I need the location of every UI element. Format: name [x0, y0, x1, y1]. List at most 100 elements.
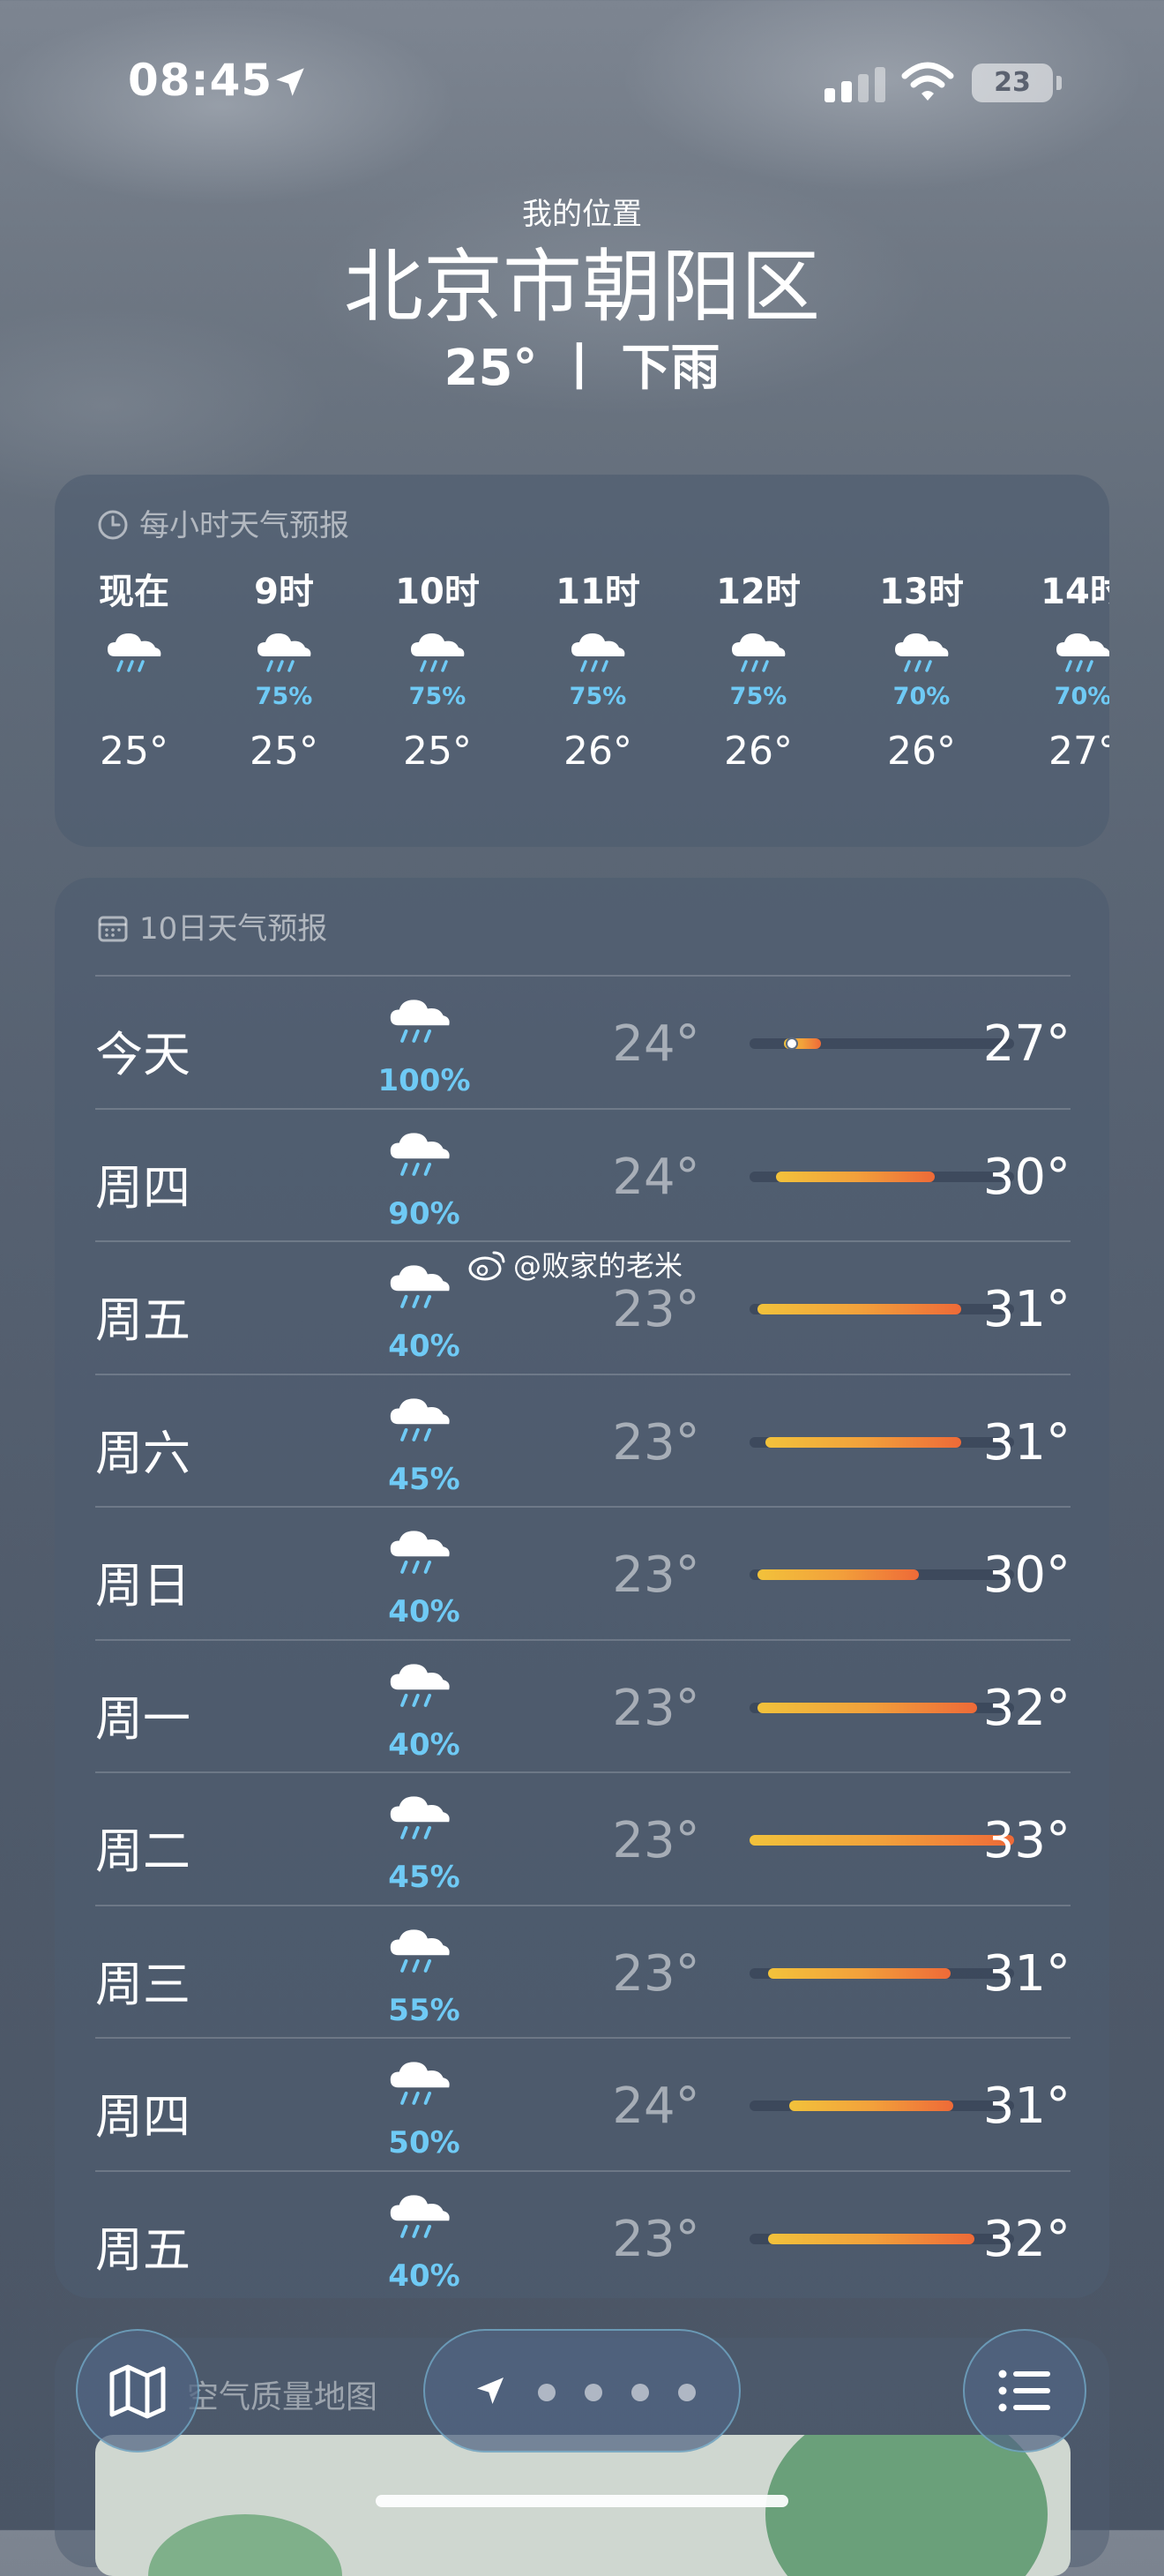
page-dot[interactable] [585, 2384, 602, 2401]
daily-row[interactable]: 周四 50% 24° 31° [95, 2037, 1071, 2171]
hourly-item[interactable]: 现在 25° [59, 563, 209, 774]
temperature-range-bar [750, 1436, 1014, 1448]
daily-precip: 40% [388, 1594, 460, 1629]
temperature-range-bar [750, 1171, 1014, 1182]
hourly-temp: 26° [887, 729, 956, 774]
daily-precip: 40% [388, 1329, 460, 1364]
daily-day: 周二 [95, 1823, 190, 1879]
daily-day: 周五 [95, 1292, 190, 1348]
page-dot[interactable] [678, 2384, 696, 2401]
temperature-range-bar [750, 1569, 1014, 1580]
daily-row[interactable]: 周日 40% 23° 30° [95, 1506, 1071, 1640]
map-icon [109, 2364, 166, 2419]
daily-high: 30° [982, 1546, 1071, 1604]
daily-day: 周五 [95, 2221, 190, 2278]
hourly-icon: 75% [362, 605, 512, 710]
daily-low: 23° [612, 1679, 700, 1737]
battery-cap [1056, 76, 1062, 90]
calendar-icon [98, 916, 128, 942]
temperature-range-fill [768, 1967, 951, 1979]
daily-forecast-card[interactable]: 10日天气预报 今天 100% 24° 27° 周四 90% 24° 30° 周五 40% 23° 3… [55, 878, 1109, 2298]
battery-level: 23 [994, 67, 1031, 98]
daily-icon [384, 1262, 464, 1323]
separator: 丨 [554, 340, 604, 397]
city-name: 北京市朝阳区 [344, 241, 820, 333]
daily-day: 周四 [95, 2089, 190, 2145]
hourly-precip: 75% [408, 683, 466, 710]
temperature-range-bar [750, 2233, 1014, 2244]
page-dot[interactable] [538, 2384, 556, 2401]
hourly-time: 现在 [99, 572, 169, 612]
temperature-range-bar [750, 1835, 1014, 1846]
temperature-range-fill [757, 1702, 977, 1713]
temperature-range-fill [776, 1171, 935, 1182]
clock-icon [98, 510, 128, 540]
daily-day: 周三 [95, 1956, 190, 2012]
watermark: @败家的老米 [467, 1244, 683, 1284]
hourly-precip: 75% [729, 683, 787, 710]
daily-icon [384, 996, 464, 1058]
daily-icon [384, 2058, 464, 2120]
map-region [148, 2514, 342, 2576]
daily-row[interactable]: 周六 45% 23° 31° [95, 1373, 1071, 1508]
hourly-forecast-card[interactable]: 每小时天气预报 现在 25° 9时 75% 25° 10时 75% 25° 11时 75% 26° 1… [55, 475, 1109, 847]
daily-row[interactable]: 周五 40% 23° 32° [95, 2169, 1071, 2299]
daily-row[interactable]: 今天 100% 24° 27° [95, 975, 1071, 1109]
daily-row[interactable]: 周二 45% 23° 33° [95, 1771, 1071, 1906]
daily-row[interactable]: 周一 40% 23° 32° [95, 1638, 1071, 1773]
daily-low: 24° [612, 1148, 700, 1206]
rain-cloud-icon [390, 2194, 450, 2238]
daily-row[interactable]: 周三 55% 23° 31° [95, 1904, 1071, 2039]
hourly-item[interactable]: 11时 75% 26° [523, 563, 673, 774]
current-conditions: 25° 丨 下雨 [0, 337, 1164, 401]
hourly-item[interactable]: 13时 70% 26° [847, 563, 996, 774]
daily-icon [384, 1793, 464, 1854]
daily-low: 24° [612, 1015, 700, 1073]
daily-precip: 45% [388, 1461, 460, 1497]
hourly-item[interactable]: 14时 70% 27° [1008, 563, 1109, 774]
hourly-precip: 75% [255, 683, 313, 710]
daily-icon [384, 1395, 464, 1456]
daily-day: 今天 [95, 1027, 190, 1082]
temperature-range-fill [765, 1436, 961, 1448]
rain-cloud-icon [108, 633, 161, 672]
location-pager[interactable] [423, 2329, 741, 2452]
temperature-range-bar [750, 1702, 1014, 1713]
hourly-temp: 27° [1048, 729, 1109, 774]
cellular-signal-icon [824, 67, 885, 102]
temperature-range-fill [768, 2233, 974, 2244]
daily-low: 23° [612, 1546, 700, 1604]
hourly-icon: 75% [683, 605, 833, 710]
daily-precip: 100% [377, 1063, 471, 1098]
hourly-item[interactable]: 9时 75% 25° [209, 563, 359, 774]
daily-high: 31° [982, 1281, 1071, 1338]
temperature-range-bar [750, 1038, 1014, 1049]
map-button[interactable] [76, 2329, 199, 2452]
hourly-time: 14时 [1041, 572, 1109, 612]
hourly-icon: 70% [1008, 605, 1109, 710]
daily-icon [384, 1926, 464, 1988]
rain-cloud-icon [571, 633, 625, 672]
hourly-precip: 70% [892, 683, 951, 710]
hourly-time: 13时 [879, 572, 964, 612]
daily-icon [384, 1527, 464, 1589]
hourly-item[interactable]: 10时 75% 25° [362, 563, 512, 774]
daily-icon [384, 1660, 464, 1722]
daily-precip: 90% [388, 1195, 460, 1232]
hourly-temp: 25° [100, 729, 168, 774]
hourly-time: 9时 [254, 572, 314, 612]
current-location-icon [477, 2378, 504, 2404]
map-region [765, 2435, 1048, 2576]
daily-high: 30° [982, 1148, 1071, 1206]
hourly-title-text: 每小时天气预报 [139, 508, 349, 543]
daily-forecast-title: 10日天气预报 [97, 904, 327, 947]
hourly-time: 10时 [395, 572, 480, 612]
temperature-range-fill [789, 2100, 953, 2111]
hourly-item[interactable]: 12时 75% 26° [683, 563, 833, 774]
status-time: 08:45 [128, 55, 273, 106]
hourly-icon: 75% [523, 605, 673, 710]
list-button[interactable] [963, 2329, 1086, 2452]
daily-row[interactable]: 周四 90% 24° 30° [95, 1107, 1071, 1242]
daily-day: 周四 [95, 1159, 190, 1216]
page-dot[interactable] [631, 2384, 649, 2401]
